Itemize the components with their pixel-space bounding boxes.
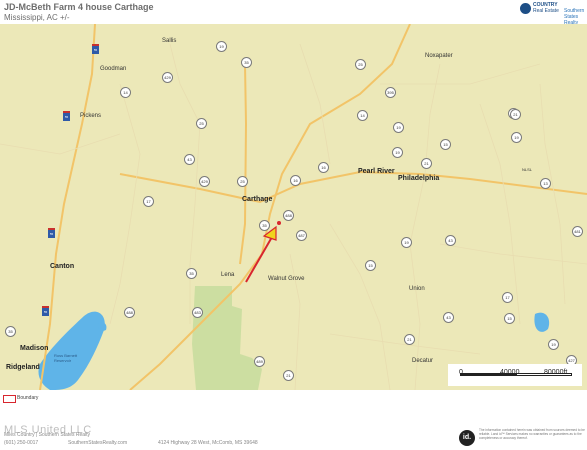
route-shield: 43 — [443, 312, 454, 323]
scale-start-label: 0 — [459, 369, 463, 376]
route-shield: 43 — [184, 154, 195, 165]
city-label: Ridgeland — [6, 364, 40, 371]
route-shield: 21 — [283, 370, 294, 381]
route-shield: 489 — [254, 356, 265, 367]
route-shield: 19 — [216, 41, 227, 52]
scale-bar: 0 40000 80000ft — [448, 364, 582, 386]
route-shield: 395 — [385, 87, 396, 98]
route-shield: 429 — [199, 176, 210, 187]
route-shield: 16 — [318, 162, 329, 173]
route-shield: 25 — [196, 118, 207, 129]
address: 4124 Highway 28 West, McComb, MS 39648 — [158, 440, 258, 446]
city-label: Philadelphia — [398, 175, 440, 182]
route-shield: 487 — [296, 230, 307, 241]
city-label: Union — [409, 286, 425, 292]
listing-title: JD-McBeth Farm 4 house Carthage — [4, 2, 154, 12]
route-shield: 15 — [440, 139, 451, 150]
boundary-swatch — [3, 395, 16, 403]
route-shield: 488 — [283, 210, 294, 221]
route-shield: 25 — [237, 176, 248, 187]
route-shield: 429 — [162, 72, 173, 83]
city-label: Lena — [221, 272, 235, 278]
disclaimer: The information contained herein was obt… — [479, 428, 585, 440]
interstate-shield: 55 — [48, 228, 55, 238]
water-label: Ross Barnett Reservoir — [54, 353, 78, 363]
interstate-shield: 55 — [92, 44, 99, 54]
route-shield: 35 — [186, 268, 197, 279]
route-shield: 19 — [393, 122, 404, 133]
interstate-shield: 55 — [42, 306, 49, 316]
city-label: Carthage — [242, 196, 273, 203]
route-shield: 19 — [392, 147, 403, 158]
logo-line2: Real Estate — [533, 8, 559, 14]
route-shield: 17 — [143, 196, 154, 207]
route-shield: 35 — [259, 220, 270, 231]
logo-globe-icon — [520, 3, 531, 14]
reservoir-water — [38, 311, 105, 390]
header: JD-McBeth Farm 4 house Carthage Mississi… — [0, 0, 587, 26]
city-label: Pickens — [80, 113, 102, 119]
route-shield: 35 — [241, 57, 252, 68]
city-label: Goodman — [100, 66, 127, 72]
city-label: Noxapater — [425, 53, 453, 59]
route-shield: 21 — [421, 158, 432, 169]
route-shield: 15 — [504, 313, 515, 324]
highway-35 — [239, 63, 248, 265]
city-label: Pearl River — [358, 168, 395, 175]
place-label: NLSL — [522, 167, 533, 172]
forest-area — [192, 286, 262, 390]
listing-subtitle: Mississippi, AC +/- — [4, 13, 70, 22]
route-shield: 25 — [355, 59, 366, 70]
highway-16 — [119, 170, 587, 204]
scale-mid-label: 40000 — [500, 369, 520, 376]
brokerage-logo: COUNTRY Real Estate Southern States Real… — [520, 2, 586, 26]
route-shield: 19 — [548, 339, 559, 350]
route-shield: 35 — [5, 326, 16, 337]
city-label: Walnut Grove — [268, 276, 305, 282]
property-marker — [277, 221, 281, 225]
phone: (601) 250-0017 — [4, 440, 39, 446]
route-shield: 14 — [357, 110, 368, 121]
city-label: Madison — [20, 345, 49, 352]
legend: Boundary — [0, 392, 587, 406]
route-shield: 43 — [445, 235, 456, 246]
route-shield: 19 — [511, 132, 522, 143]
route-shield: 483 — [192, 307, 203, 318]
city-label: Canton — [50, 263, 75, 270]
route-shield: 16 — [290, 175, 301, 186]
route-shield: 21 — [510, 109, 521, 120]
route-shield: 19 — [401, 237, 412, 248]
map-canvas — [0, 24, 587, 390]
city-label: Sallis — [162, 38, 177, 44]
city-label: Decatur — [412, 358, 434, 364]
scale-end-label: 80000ft — [544, 369, 568, 376]
landid-logo: id. — [459, 430, 475, 446]
route-shield: 15 — [365, 260, 376, 271]
website-link[interactable]: SouthernStatesRealty.com — [68, 440, 127, 446]
route-shield: 17 — [502, 292, 513, 303]
route-shield: 21 — [404, 334, 415, 345]
interstate-shield: 55 — [63, 111, 70, 121]
lake-east — [534, 312, 550, 332]
route-shield: 488 — [124, 307, 135, 318]
map[interactable]: Sallis Goodman Noxapater Pickens Pearl R… — [0, 24, 587, 390]
route-shield: 481 — [572, 226, 583, 237]
legend-label: Boundary — [17, 395, 39, 401]
route-shield: 14 — [120, 87, 131, 98]
route-shield: 13 — [540, 178, 551, 189]
brokerage-name: Miles Country | Southern States Realty — [4, 432, 91, 438]
